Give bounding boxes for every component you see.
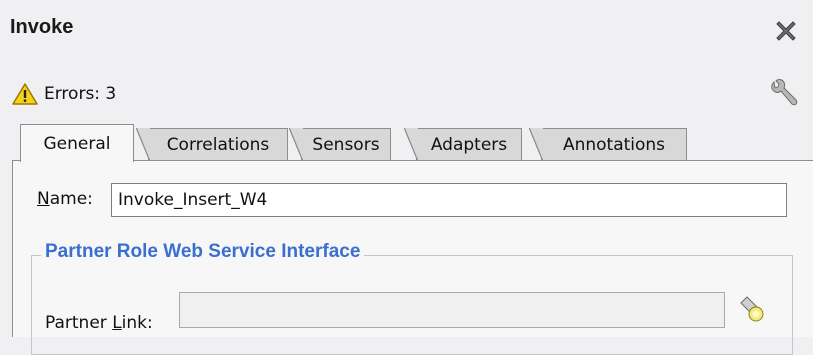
- name-label-mnemonic: N: [37, 189, 50, 209]
- tab-label: Sensors: [312, 135, 380, 155]
- close-icon: [776, 21, 796, 41]
- warning-icon: [12, 83, 38, 105]
- settings-button[interactable]: [768, 78, 800, 110]
- tab-label: Annotations: [562, 135, 666, 155]
- tab-label: General: [43, 133, 111, 154]
- partner-link-label-mnemonic: L: [112, 313, 122, 333]
- tab-adapters[interactable]: Adapters: [404, 128, 522, 162]
- flashlight-icon: [740, 296, 764, 322]
- general-tab-panel: Name: Partner Role Web Service Interface…: [12, 160, 813, 355]
- tab-correlations[interactable]: Correlations: [136, 128, 288, 162]
- browse-partner-link-button[interactable]: [737, 295, 767, 325]
- group-title: Partner Role Web Service Interface: [41, 241, 365, 263]
- partner-link-label-post: ink:: [121, 313, 153, 333]
- wrench-icon: [771, 79, 798, 106]
- window-title: Invoke: [10, 16, 74, 38]
- tab-sensors[interactable]: Sensors: [289, 128, 391, 162]
- name-label: Name:: [37, 189, 93, 209]
- partner-link-input[interactable]: [179, 292, 725, 328]
- tab-general[interactable]: General: [20, 124, 134, 162]
- name-input[interactable]: [111, 183, 787, 217]
- errors-count-text: Errors: 3: [44, 84, 117, 104]
- tab-label: Correlations: [166, 135, 270, 155]
- tab-bar: General Correlations Sensors Adapters An…: [0, 124, 813, 162]
- tab-annotations[interactable]: Annotations: [529, 128, 687, 162]
- tab-label: Adapters: [430, 135, 508, 155]
- name-label-rest: ame:: [49, 189, 93, 209]
- close-button[interactable]: [773, 18, 799, 44]
- partner-link-label-pre: Partner: [45, 313, 113, 333]
- error-status: Errors: 3: [12, 80, 116, 108]
- partner-link-label: Partner Link:: [45, 313, 153, 333]
